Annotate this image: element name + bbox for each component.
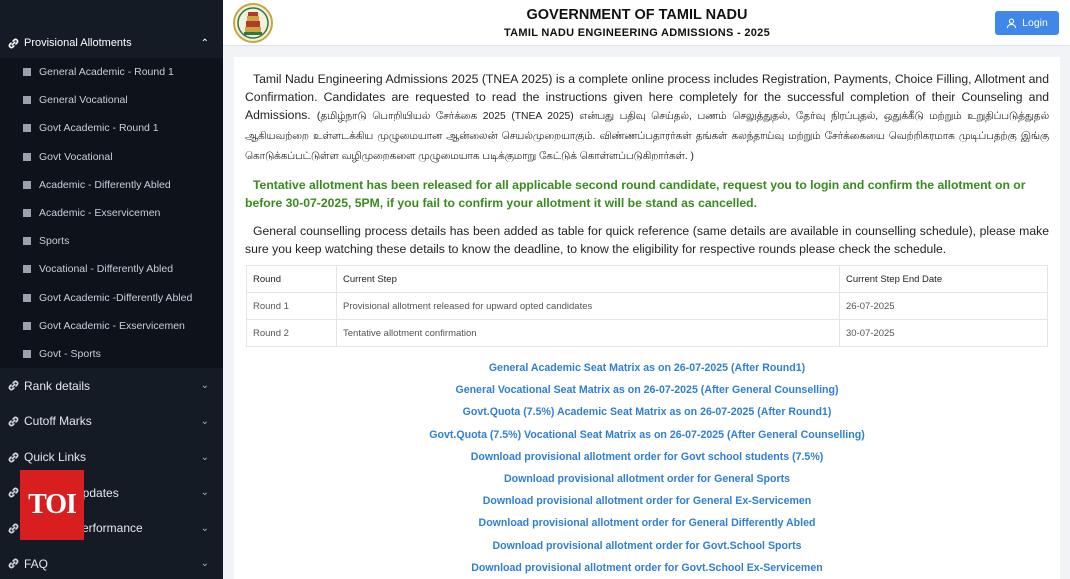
link-govt-quota-vocational-seat-matrix[interactable]: Govt.Quota (7.5%) Vocational Seat Matrix…: [234, 429, 1060, 451]
sidebar-item-general-vocational[interactable]: General Vocational: [0, 86, 223, 114]
chevron-down-icon: ⌄: [200, 522, 209, 534]
square-bullet-icon: [23, 124, 31, 133]
link-icon: [8, 416, 19, 427]
sidebar-item-govt-sports[interactable]: Govt - Sports: [0, 340, 223, 368]
counselling-note-text: General counselling process details has …: [245, 224, 1049, 256]
page-title: GOVERNMENT OF TAMIL NADU: [526, 7, 748, 23]
cell-current-step: Tentative allotment confirmation: [336, 319, 840, 347]
sidebar-item-label: Academic - Differently Abled: [39, 178, 171, 191]
page-subtitle: TAMIL NADU ENGINEERING ADMISSIONS - 2025: [503, 27, 771, 39]
square-bullet-icon: [23, 237, 31, 246]
sidebar-item-label: Govt Academic -Differently Abled: [39, 291, 193, 304]
login-button[interactable]: Login: [995, 11, 1059, 35]
chevron-up-icon: ⌃: [200, 38, 209, 49]
column-header-end-date: Current Step End Date: [839, 265, 1048, 293]
sidebar-item-label: Vocational - Differently Abled: [39, 263, 174, 276]
chevron-down-icon: ⌄: [200, 415, 209, 427]
counselling-steps-table: Round Current Step Current Step End Date…: [246, 265, 1048, 347]
chevron-down-icon: ⌄: [200, 451, 209, 463]
chevron-down-icon: ⌄: [200, 558, 209, 570]
link-govt-quota-academic-seat-matrix[interactable]: Govt.Quota (7.5%) Academic Seat Matrix a…: [234, 406, 1060, 428]
sidebar-item-faq[interactable]: FAQ ⌄: [0, 546, 223, 579]
link-download-general-sports[interactable]: Download provisional allotment order for…: [234, 473, 1060, 495]
square-bullet-icon: [23, 265, 31, 274]
download-links: General Academic Seat Matrix as on 26-07…: [234, 362, 1060, 579]
sidebar-group-provisional-allotments[interactable]: Provisional Allotments ⌃: [0, 28, 223, 58]
square-bullet-icon: [23, 293, 31, 302]
link-download-govt-school-sports[interactable]: Download provisional allotment order for…: [234, 540, 1060, 562]
sidebar-item-label: Quick Links: [24, 450, 87, 465]
square-bullet-icon: [23, 321, 31, 330]
cell-current-step: Provisional allotment released for upwar…: [336, 292, 840, 320]
sidebar-item-general-academic-round-1[interactable]: General Academic - Round 1: [0, 58, 223, 86]
toi-watermark: TOI: [20, 470, 84, 540]
counselling-note: General counselling process details has …: [234, 212, 1060, 258]
sidebar-item-label: Sports: [39, 235, 70, 248]
sidebar-item-label: Academic - Exservicemen: [39, 207, 161, 220]
square-bullet-icon: [23, 68, 31, 77]
sidebar-item-govt-academic-differently-abled[interactable]: Govt Academic -Differently Abled: [0, 284, 223, 312]
table-row: Round 2 Tentative allotment confirmation…: [246, 319, 1048, 347]
sidebar-item-label: Govt Academic - Exservicemen: [39, 319, 185, 332]
allotment-alert: Tentative allotment has been released fo…: [234, 166, 1060, 212]
sidebar-item-cutoff-marks[interactable]: Cutoff Marks ⌄: [0, 404, 223, 440]
column-header-round: Round: [246, 265, 337, 293]
square-bullet-icon: [23, 152, 31, 161]
cell-end-date: 26-07-2025: [839, 292, 1048, 320]
cell-end-date: 30-07-2025: [839, 319, 1048, 347]
link-general-vocational-seat-matrix[interactable]: General Vocational Seat Matrix as on 26-…: [234, 384, 1060, 406]
cell-round: Round 2: [246, 319, 337, 347]
intro-tamil: (தமிழ்நாடு பொறியியல் சேர்க்கை 2025 (TNEA…: [245, 111, 1049, 162]
sidebar-item-label: Govt - Sports: [39, 347, 101, 360]
sidebar-item-academic-differently-abled[interactable]: Academic - Differently Abled: [0, 171, 223, 199]
sidebar-item-sports[interactable]: Sports: [0, 227, 223, 255]
sidebar-group-label: Provisional Allotments: [24, 37, 132, 49]
sidebar-submenu: General Academic - Round 1 General Vocat…: [0, 58, 223, 369]
link-download-govt-school-students[interactable]: Download provisional allotment order for…: [234, 451, 1060, 473]
sidebar-item-academic-exservicemen[interactable]: Academic - Exservicemen: [0, 199, 223, 227]
sidebar-item-govt-vocational[interactable]: Govt Vocational: [0, 143, 223, 171]
user-icon: [1006, 18, 1017, 28]
cell-round: Round 1: [246, 292, 337, 320]
sidebar-item-vocational-differently-abled[interactable]: Vocational - Differently Abled: [0, 255, 223, 283]
square-bullet-icon: [23, 96, 31, 105]
page-header: GOVERNMENT OF TAMIL NADU TAMIL NADU ENGI…: [223, 0, 1070, 46]
square-bullet-icon: [23, 209, 31, 218]
link-download-general-ex-servicemen[interactable]: Download provisional allotment order for…: [234, 495, 1060, 517]
link-icon: [8, 381, 19, 391]
chevron-down-icon: ⌄: [200, 380, 209, 392]
sidebar-item-label: General Vocational: [39, 94, 128, 107]
table-row: Round 1 Provisional allotment released f…: [246, 292, 1048, 320]
link-icon: [8, 38, 19, 48]
sidebar-item-label: General Academic - Round 1: [39, 66, 174, 79]
sidebar-item-rank-details[interactable]: Rank details ⌄: [0, 368, 223, 404]
link-icon: [8, 558, 19, 569]
link-icon: [8, 487, 19, 498]
intro-paragraph: Tamil Nadu Engineering Admissions 2025 (…: [234, 57, 1060, 166]
link-general-academic-seat-matrix[interactable]: General Academic Seat Matrix as on 26-07…: [234, 362, 1060, 384]
sidebar-item-label: Rank details: [24, 378, 91, 393]
sidebar-item-label: Govt Vocational: [39, 150, 113, 163]
sidebar-item-label: Cutoff Marks: [24, 414, 92, 429]
link-download-general-differently-abled[interactable]: Download provisional allotment order for…: [234, 517, 1060, 539]
column-header-current-step: Current Step: [336, 265, 840, 293]
table-header-row: Round Current Step Current Step End Date: [246, 265, 1048, 293]
sidebar-item-govt-academic-round-1[interactable]: Govt Academic - Round 1: [0, 114, 223, 142]
square-bullet-icon: [23, 349, 31, 358]
chevron-down-icon: ⌄: [200, 487, 209, 499]
alert-text: Tentative allotment has been released fo…: [245, 178, 1026, 210]
login-label: Login: [1022, 17, 1048, 29]
link-icon: [8, 523, 19, 534]
link-download-govt-school-ex-servicemen[interactable]: Download provisional allotment order for…: [234, 562, 1060, 579]
sidebar-item-label: Govt Academic - Round 1: [39, 122, 159, 135]
link-icon: [8, 452, 19, 462]
sidebar-item-label: FAQ: [24, 556, 49, 571]
main-content: Tamil Nadu Engineering Admissions 2025 (…: [234, 57, 1060, 579]
sidebar-item-govt-academic-exservicemen[interactable]: Govt Academic - Exservicemen: [0, 312, 223, 340]
square-bullet-icon: [23, 180, 31, 189]
